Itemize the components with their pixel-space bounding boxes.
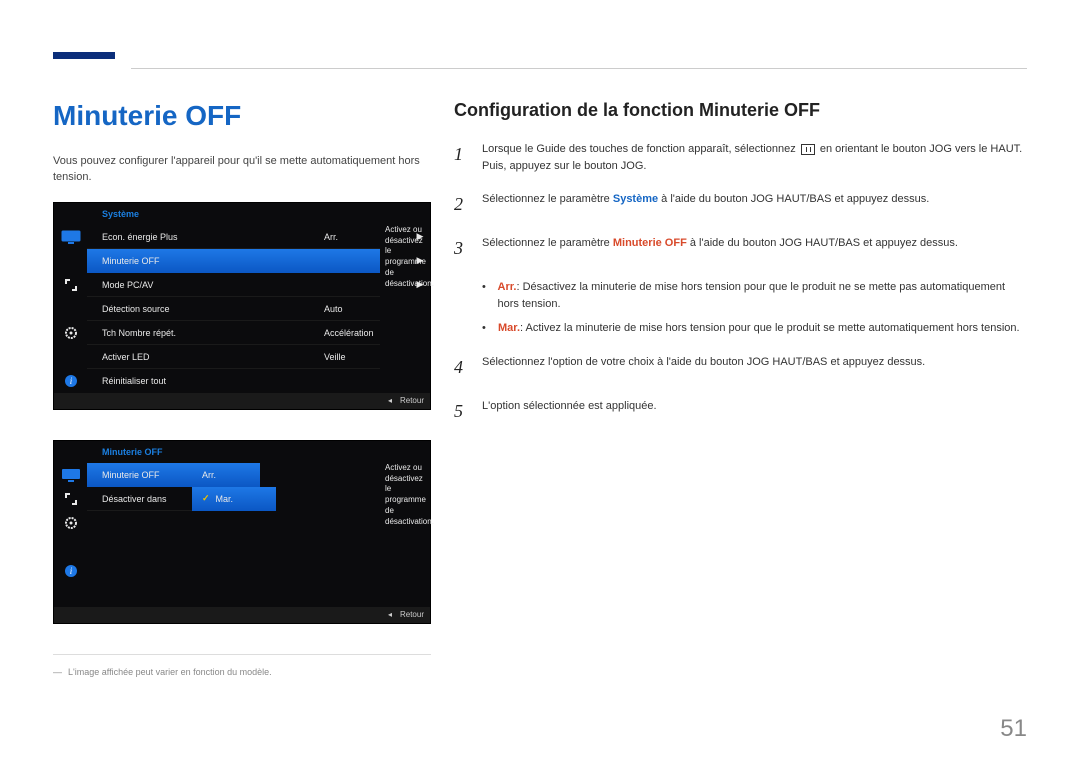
bullet-mar: • Mar.: Activez la minuterie de mise hor… <box>482 320 1026 338</box>
step-body: Sélectionnez l'option de votre choix à l… <box>482 354 1026 382</box>
osd-header: Minuterie OFF <box>54 441 430 463</box>
back-label[interactable]: Retour <box>400 610 424 619</box>
step-1: 1 Lorsque le Guide des touches de foncti… <box>454 141 1026 175</box>
section-title: Minuterie OFF <box>53 100 431 132</box>
osd-label: Activer LED <box>87 352 320 362</box>
step-body: L'option sélectionnée est appliquée. <box>482 398 1026 426</box>
step-number: 2 <box>454 191 468 219</box>
keyword-systeme: Système <box>613 193 658 205</box>
info-icon: i <box>54 369 87 393</box>
divider <box>53 654 431 655</box>
osd-value: Veille <box>320 352 410 362</box>
chevron-right-icon: ▶ <box>410 279 430 290</box>
keyword-mar: Mar. <box>498 322 520 334</box>
page-number: 51 <box>1000 715 1027 743</box>
menu-icon <box>801 144 815 155</box>
osd-row-activer-led[interactable]: Activer LED Veille <box>54 345 430 369</box>
osd-label: Réinitialiser tout <box>87 376 320 386</box>
top-rule <box>131 68 1027 69</box>
accent-bar <box>53 52 115 59</box>
osd-label: Tch Nombre répét. <box>87 328 320 338</box>
bullet-list: • Arr.: Désactivez la minuterie de mise … <box>482 279 1026 338</box>
intro-text: Vous pouvez configurer l'appareil pour q… <box>53 154 431 186</box>
chevron-right-icon: ▶ <box>410 231 430 242</box>
info-icon: i <box>54 559 87 583</box>
osd-label: Minuterie OFF <box>87 256 320 266</box>
monitor-icon <box>54 225 87 249</box>
osd-label: Econ. énergie Plus <box>87 232 320 242</box>
osd-row-blank <box>54 511 430 535</box>
osd-value: Auto <box>320 304 410 314</box>
resize-icon <box>54 273 87 297</box>
step-2: 2 Sélectionnez le paramètre Système à l'… <box>454 191 1026 219</box>
osd-label: Désactiver dans <box>87 494 192 504</box>
osd-minuterie-submenu: Minuterie OFF Activez ou désactivez le p… <box>53 440 431 624</box>
osd-row-econ-energie[interactable]: Econ. énergie Plus Arr. ▶ <box>54 225 430 249</box>
triangle-left-icon: ◂ <box>388 610 392 619</box>
osd-value: Arr. <box>192 463 276 487</box>
right-column: Configuration de la fonction Minuterie O… <box>454 100 1026 441</box>
osd-row-blank: i <box>54 559 430 583</box>
osd-value-highlighted: ✓ Mar. <box>192 487 276 511</box>
step-4: 4 Sélectionnez l'option de votre choix à… <box>454 354 1026 382</box>
keyword-arr: Arr. <box>498 281 517 293</box>
step-number: 1 <box>454 141 468 175</box>
osd-label: Mode PC/AV <box>87 280 320 290</box>
back-label[interactable]: Retour <box>400 396 424 405</box>
osd-row-detection-source[interactable]: Détection source Auto <box>54 297 430 321</box>
osd-system-menu: Système Activez ou désactivez le program… <box>53 202 431 410</box>
osd-label: Minuterie OFF <box>87 470 192 480</box>
osd-value: Arr. <box>320 232 410 242</box>
osd-row-reinitialiser[interactable]: i Réinitialiser tout <box>54 369 430 393</box>
step-body: Sélectionnez le paramètre Minuterie OFF … <box>482 235 1026 263</box>
osd-row-tch-nombre[interactable]: Tch Nombre répét. Accélération <box>54 321 430 345</box>
monitor-icon <box>54 463 87 487</box>
gear-icon <box>54 511 87 535</box>
osd-row-minuterie-off[interactable]: Minuterie OFF ▶ <box>54 249 430 273</box>
resize-icon <box>54 487 87 511</box>
bullet-arr: • Arr.: Désactivez la minuterie de mise … <box>482 279 1026 314</box>
step-number: 3 <box>454 235 468 263</box>
sub-title: Configuration de la fonction Minuterie O… <box>454 100 1026 121</box>
osd-row-blank <box>54 583 430 607</box>
osd-row-desactiver-dans[interactable]: Désactiver dans ✓ Mar. <box>54 487 430 511</box>
step-3: 3 Sélectionnez le paramètre Minuterie OF… <box>454 235 1026 263</box>
check-icon: ✓ <box>202 493 210 504</box>
step-5: 5 L'option sélectionnée est appliquée. <box>454 398 1026 426</box>
osd-row-minuterie-off[interactable]: Minuterie OFF Arr. <box>54 463 430 487</box>
osd-row-blank <box>54 535 430 559</box>
footnote: ―L'image affichée peut varier en fonctio… <box>53 667 431 677</box>
step-number: 4 <box>454 354 468 382</box>
osd-header: Système <box>54 203 430 225</box>
step-body: Lorsque le Guide des touches de fonction… <box>482 141 1026 175</box>
osd-footer: ◂ Retour <box>54 607 430 623</box>
step-body: Sélectionnez le paramètre Système à l'ai… <box>482 191 1026 219</box>
triangle-left-icon: ◂ <box>388 396 392 405</box>
osd-value: Accélération <box>320 328 410 338</box>
left-column: Minuterie OFF Vous pouvez configurer l'a… <box>53 100 431 677</box>
osd-footer: ◂ Retour <box>54 393 430 409</box>
osd-label: Détection source <box>87 304 320 314</box>
step-number: 5 <box>454 398 468 426</box>
gear-icon <box>54 321 87 345</box>
chevron-right-icon: ▶ <box>410 255 430 266</box>
keyword-minuterie-off: Minuterie OFF <box>613 237 687 249</box>
osd-row-mode-pcav[interactable]: Mode PC/AV ▶ <box>54 273 430 297</box>
